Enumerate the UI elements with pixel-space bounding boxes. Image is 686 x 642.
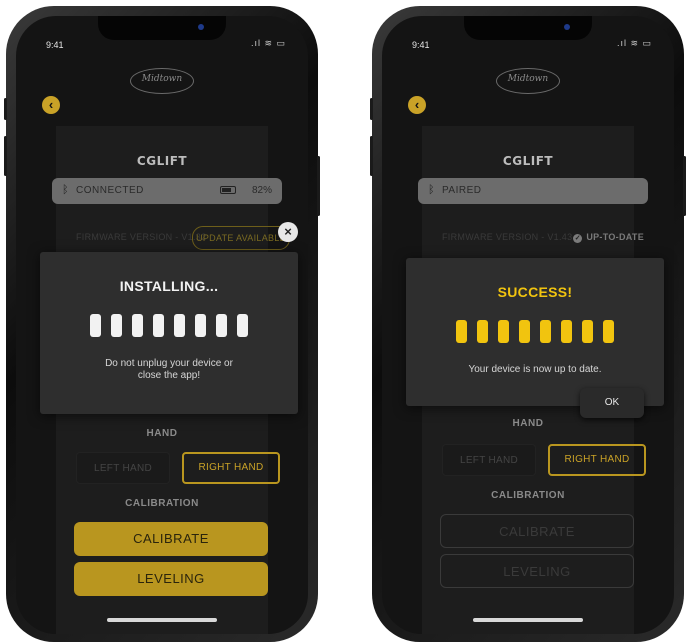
up-to-date-label: UP-TO-DATE — [586, 232, 644, 242]
progress-dot — [237, 314, 248, 337]
calibration-label: CALIBRATION — [491, 490, 565, 501]
home-indicator[interactable] — [107, 618, 217, 622]
leveling-button[interactable]: LEVELING — [74, 562, 268, 596]
connection-status-bar: ᛒ CONNECTED 82% — [52, 178, 282, 204]
signal-wifi-battery-icon: .ıl ≋ ▭ — [616, 38, 652, 48]
progress-dot — [132, 314, 143, 337]
camera-icon — [564, 24, 570, 30]
signal-wifi-battery-icon: .ıl ≋ ▭ — [250, 38, 286, 48]
calibrate-button[interactable]: CALIBRATE — [74, 522, 268, 556]
volume-up-button — [370, 136, 373, 176]
right-hand-button[interactable]: RIGHT HAND — [182, 452, 280, 484]
check-icon: ✓ — [573, 234, 583, 243]
progress-dots — [40, 314, 298, 342]
modal-message-line1: Do not unplug your device or — [105, 358, 233, 369]
logo-text: Midtown — [507, 74, 549, 84]
firmware-version: FIRMWARE VERSION - V1.43 — [442, 232, 573, 242]
modal-message: Your device is now up to date. — [468, 364, 602, 375]
power-button — [317, 156, 320, 216]
installing-modal: INSTALLING... Do not unplug your device … — [40, 252, 298, 414]
device-title: CGLIFT — [136, 154, 188, 168]
progress-dots — [406, 320, 664, 348]
left-hand-button[interactable]: LEFT HAND — [442, 444, 536, 476]
progress-dot — [498, 320, 509, 343]
progress-dot — [561, 320, 572, 343]
back-chevron-icon[interactable]: ‹ — [408, 96, 426, 114]
progress-dot — [216, 314, 227, 337]
progress-dot — [519, 320, 530, 343]
update-available-button[interactable]: UPDATE AVAILABLE — [192, 226, 290, 250]
battery-percent: 82% — [251, 185, 272, 196]
mute-switch — [370, 98, 373, 120]
up-to-date-status: ✓ UP-TO-DATE — [573, 232, 644, 243]
connection-status-bar: ᛒ PAIRED — [418, 178, 648, 204]
progress-dot — [603, 320, 614, 343]
progress-dot — [456, 320, 467, 343]
status-time: 9:41 — [46, 40, 64, 50]
firmware-version: FIRMWARE VERSION - V1.32 — [76, 232, 207, 242]
volume-up-button — [4, 136, 7, 176]
connection-label: CONNECTED — [76, 185, 144, 196]
progress-dot — [582, 320, 593, 343]
device-title: CGLIFT — [502, 154, 554, 168]
hand-label: HAND — [512, 418, 544, 429]
modal-title: SUCCESS! — [497, 284, 573, 300]
bluetooth-icon: ᛒ — [62, 184, 69, 196]
progress-dot — [540, 320, 551, 343]
calibrate-button[interactable]: CALIBRATE — [440, 514, 634, 548]
left-hand-button[interactable]: LEFT HAND — [76, 452, 170, 484]
progress-dot — [195, 314, 206, 337]
connection-label: PAIRED — [442, 185, 482, 196]
mute-switch — [4, 98, 7, 120]
progress-dot — [153, 314, 164, 337]
progress-dot — [111, 314, 122, 337]
notch — [464, 16, 592, 40]
brand-logo: Midtown — [130, 68, 194, 94]
close-icon[interactable]: × — [278, 222, 298, 242]
logo-text: Midtown — [141, 74, 183, 84]
back-chevron-icon[interactable]: ‹ — [42, 96, 60, 114]
leveling-button[interactable]: LEVELING — [440, 554, 634, 588]
calibration-label: CALIBRATION — [125, 498, 199, 509]
camera-icon — [198, 24, 204, 30]
status-time: 9:41 — [412, 40, 430, 50]
modal-message-line2: close the app! — [137, 370, 201, 381]
home-indicator[interactable] — [473, 618, 583, 622]
hand-label: HAND — [146, 428, 178, 439]
brand-logo: Midtown — [496, 68, 560, 94]
modal-title: INSTALLING... — [119, 278, 219, 294]
bluetooth-icon: ᛒ — [428, 184, 435, 196]
notch — [98, 16, 226, 40]
ok-button[interactable]: OK — [580, 388, 644, 418]
progress-dot — [90, 314, 101, 337]
progress-dot — [477, 320, 488, 343]
progress-dot — [174, 314, 185, 337]
right-hand-button[interactable]: RIGHT HAND — [548, 444, 646, 476]
battery-icon — [220, 186, 236, 194]
success-modal: SUCCESS! Your device is now up to date. — [406, 258, 664, 406]
